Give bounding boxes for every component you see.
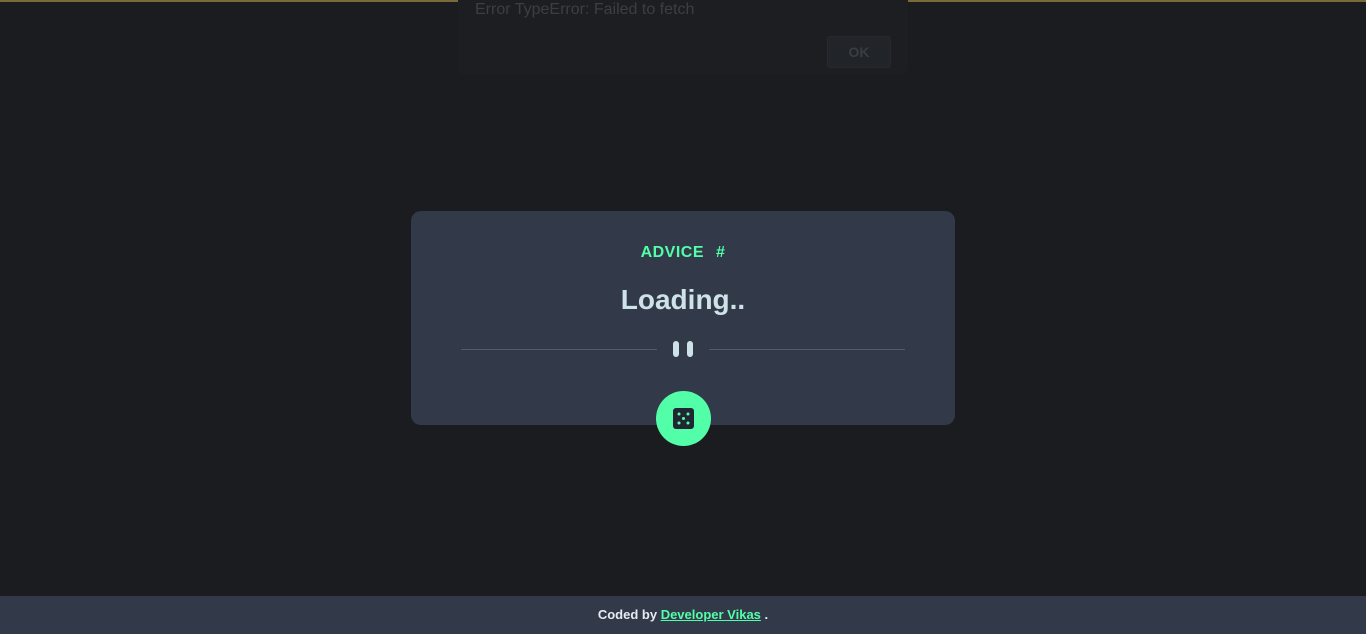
pause-divider-icon — [673, 341, 679, 357]
alert-ok-button[interactable]: OK — [827, 36, 891, 68]
divider-right — [709, 349, 905, 350]
pause-divider-icon — [687, 341, 693, 357]
footer-prefix: Coded by — [597, 607, 658, 622]
advice-quote: Loading.. — [620, 284, 746, 315]
advice-label: ADVICE — [640, 244, 705, 261]
advice-number: # — [716, 244, 726, 261]
author-link[interactable]: Developer Vikas — [661, 607, 761, 622]
divider-left — [461, 349, 657, 350]
advice-heading: ADVICE # — [411, 244, 955, 262]
advice-card: ADVICE # Loading.. — [411, 211, 955, 446]
footer: Coded by Developer Vikas . — [0, 596, 1366, 634]
footer-suffix: . — [764, 607, 769, 622]
alert-dialog: Error TypeError: Failed to fetch OK — [458, 0, 908, 74]
dice-icon — [673, 408, 694, 429]
alert-message: Error TypeError: Failed to fetch — [475, 1, 695, 18]
new-advice-button[interactable] — [656, 391, 711, 446]
